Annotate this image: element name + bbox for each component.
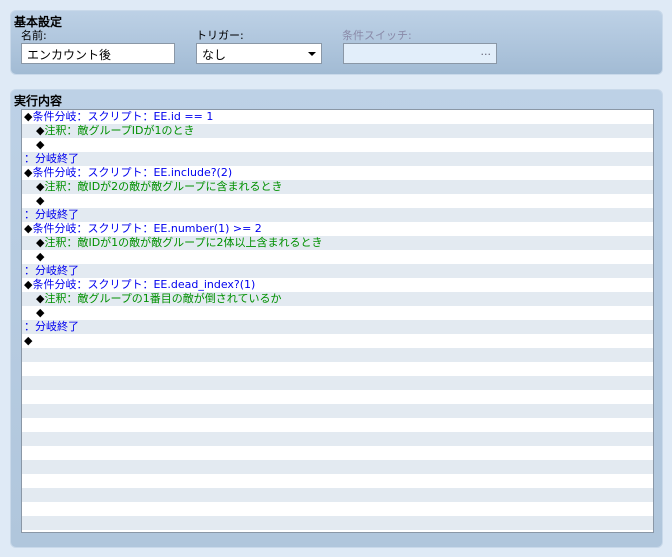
command-row[interactable] (22, 488, 653, 502)
trigger-label: トリガー: (196, 29, 244, 42)
command-text: ：分岐終了 (24, 264, 79, 277)
command-text: ：分岐終了 (24, 152, 79, 165)
diamond-icon: ◆ (36, 306, 45, 319)
command-row[interactable]: ◆条件分岐：スクリプト：EE.number(1) >= 2 (22, 222, 653, 236)
trigger-value: なし (202, 48, 227, 62)
command-row[interactable] (22, 474, 653, 488)
diamond-icon: ◆ (36, 194, 45, 207)
command-row[interactable]: ◆注釈：敵グループの1番目の敵が倒されているか (22, 292, 653, 306)
command-text: ：分岐終了 (24, 208, 79, 221)
command-text: ：分岐終了 (24, 320, 79, 333)
command-row[interactable]: ◆ (22, 194, 653, 208)
command-row[interactable]: ◆ (22, 138, 653, 152)
command-row[interactable]: ◆注釈：敵グループIDが1のとき (22, 124, 653, 138)
command-text: 条件分岐：スクリプト：EE.include?(2) (32, 166, 233, 179)
diamond-icon: ◆ (36, 138, 45, 151)
command-text: 注釈：敵IDが2の敵が敵グループに含まれるとき (44, 180, 283, 193)
command-row[interactable] (22, 348, 653, 362)
switch-input: ... (343, 43, 497, 64)
command-text: 条件分岐：スクリプト：EE.id == 1 (32, 110, 214, 123)
command-row[interactable] (22, 446, 653, 460)
diamond-icon: ◆ (24, 334, 33, 347)
contents-panel: 実行内容 ◆条件分岐：スクリプト：EE.id == 1 ◆注釈：敵グループIDが1… (10, 89, 663, 548)
command-row[interactable]: ◆注釈：敵IDが1の敵が敵グループに2体以上含まれるとき (22, 236, 653, 250)
name-label: 名前: (21, 29, 47, 42)
command-row[interactable]: ◆ (22, 250, 653, 264)
command-text: 注釈：敵グループの1番目の敵が倒されているか (44, 292, 282, 305)
command-row[interactable]: ◆条件分岐：スクリプト：EE.include?(2) (22, 166, 653, 180)
command-row[interactable] (22, 362, 653, 376)
command-row[interactable]: ：分岐終了 (22, 208, 653, 222)
command-row[interactable]: ◆条件分岐：スクリプト：EE.dead_index?(1) (22, 278, 653, 292)
command-text: 注釈：敵グループIDが1のとき (44, 124, 195, 137)
name-input[interactable]: エンカウント後 (21, 43, 175, 64)
command-row[interactable] (22, 502, 653, 516)
command-text: 条件分岐：スクリプト：EE.number(1) >= 2 (32, 222, 262, 235)
command-row[interactable] (22, 390, 653, 404)
command-row[interactable]: ◆注釈：敵IDが2の敵が敵グループに含まれるとき (22, 180, 653, 194)
command-row[interactable] (22, 418, 653, 432)
switch-label: 条件スイッチ: (342, 29, 412, 42)
command-row[interactable]: ◆ (22, 334, 653, 348)
command-row[interactable]: ：分岐終了 (22, 152, 653, 166)
command-row[interactable]: ◆ (22, 306, 653, 320)
command-row[interactable] (22, 530, 653, 532)
switch-browse-button[interactable]: ... (481, 45, 492, 58)
command-text: 注釈：敵IDが1の敵が敵グループに2体以上含まれるとき (44, 236, 323, 249)
contents-title: 実行内容 (14, 94, 63, 108)
event-command-list[interactable]: ◆条件分岐：スクリプト：EE.id == 1 ◆注釈：敵グループIDが1のとき ◆：… (21, 109, 654, 533)
command-row[interactable] (22, 432, 653, 446)
command-row[interactable] (22, 404, 653, 418)
basic-settings-panel: 基本設定 名前: エンカウント後 トリガー: なし 条件スイッチ: ... (10, 10, 663, 75)
command-row[interactable] (22, 376, 653, 390)
diamond-icon: ◆ (36, 250, 45, 263)
command-row[interactable] (22, 516, 653, 530)
command-row[interactable]: ：分岐終了 (22, 320, 653, 334)
command-row[interactable]: ◆条件分岐：スクリプト：EE.id == 1 (22, 110, 653, 124)
command-row[interactable]: ：分岐終了 (22, 264, 653, 278)
command-text: 条件分岐：スクリプト：EE.dead_index?(1) (32, 278, 256, 291)
trigger-dropdown[interactable]: なし (196, 43, 322, 64)
chevron-down-icon (308, 52, 316, 56)
command-row[interactable] (22, 460, 653, 474)
